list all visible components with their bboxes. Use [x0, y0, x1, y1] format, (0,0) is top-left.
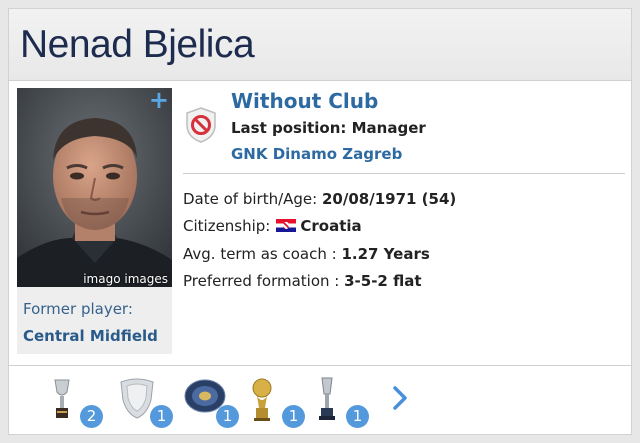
club-status[interactable]: Without Club: [231, 89, 378, 113]
last-club-link[interactable]: GNK Dinamo Zagreb: [231, 145, 402, 163]
trophy-count-badge: 2: [80, 405, 103, 428]
trophy-item[interactable]: 1: [249, 376, 307, 428]
profile-header: Nenad Bjelica: [9, 9, 631, 81]
dob-label: Date of birth/Age:: [183, 190, 322, 208]
trophy-bar: 2 1 1 1 1: [9, 366, 631, 434]
golden-ball-trophy-icon: [252, 378, 272, 421]
term-label: Avg. term as coach :: [183, 245, 342, 263]
portrait-image: [17, 88, 172, 287]
silver-cup-trophy-icon: [319, 377, 335, 420]
last-position: Last position: Manager: [231, 119, 426, 137]
photo-credit: imago images: [83, 272, 168, 286]
trophy-item[interactable]: 1: [313, 376, 371, 428]
info-divider: [183, 173, 625, 174]
chevron-right-icon[interactable]: [387, 383, 413, 413]
formation-row: Preferred formation : 3-5-2 flat: [183, 272, 422, 290]
cup-trophy-icon: [54, 379, 70, 418]
profile-card: Nenad Bjelica + imago images Former play…: [8, 8, 632, 435]
trophy-count-badge: 1: [216, 405, 239, 428]
formation-value: 3-5-2 flat: [344, 272, 422, 290]
term-row: Avg. term as coach : 1.27 Years: [183, 245, 430, 263]
coach-photo[interactable]: + imago images: [17, 88, 172, 287]
citizenship-row: Citizenship: Croatia: [183, 217, 362, 235]
citizenship-label: Citizenship:: [183, 217, 271, 235]
trophy-count-badge: 1: [282, 405, 305, 428]
former-player-position[interactable]: Central Midfield: [23, 327, 158, 345]
citizenship-value: Croatia: [300, 217, 362, 235]
photo-column: + imago images Former player: Central Mi…: [17, 88, 172, 354]
trophy-item[interactable]: 1: [183, 376, 241, 428]
trophy-count-badge: 1: [150, 405, 173, 428]
dob-value: 20/08/1971 (54): [321, 190, 457, 208]
add-photo-icon[interactable]: +: [149, 88, 169, 114]
former-player-label: Former player:: [23, 300, 133, 318]
trophy-item[interactable]: 1: [117, 376, 175, 428]
formation-label: Preferred formation :: [183, 272, 345, 290]
no-club-shield-icon: [186, 107, 216, 143]
croatia-flag-icon: [276, 219, 297, 232]
coach-name: Nenad Bjelica: [20, 23, 255, 66]
dob-row: Date of birth/Age: 20/08/1971 (54): [183, 190, 456, 208]
trophy-item[interactable]: 2: [47, 376, 105, 428]
trophy-count-badge: 1: [346, 405, 369, 428]
term-value: 1.27 Years: [341, 245, 430, 263]
